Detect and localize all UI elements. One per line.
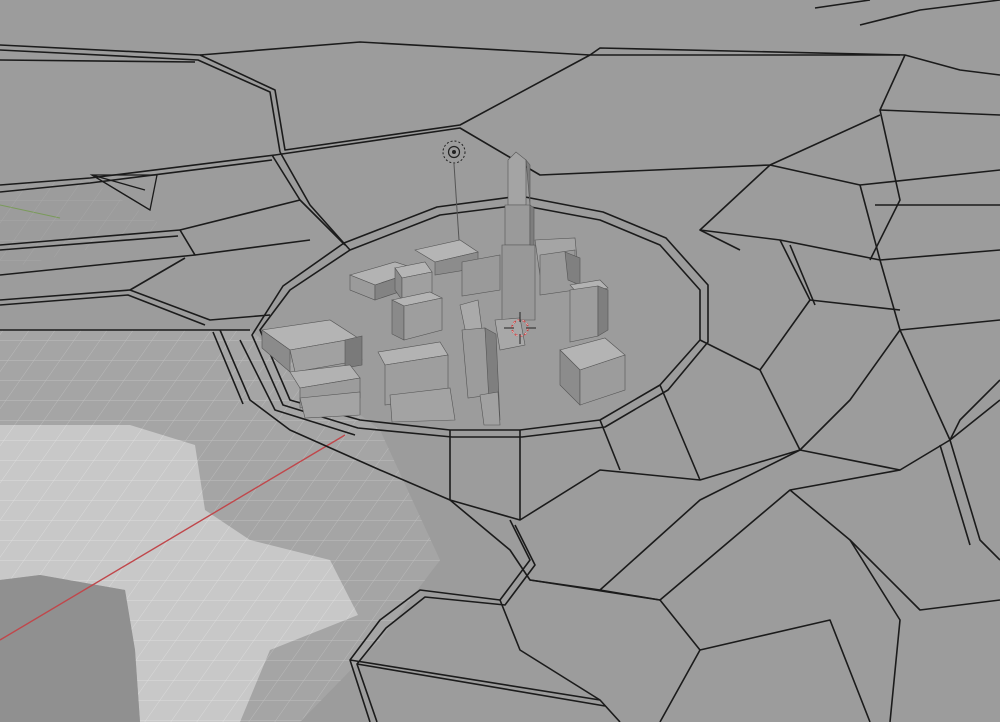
3d-viewport[interactable] [0, 0, 1000, 722]
shadow-face [0, 575, 140, 722]
viewport-canvas[interactable] [0, 0, 1000, 722]
